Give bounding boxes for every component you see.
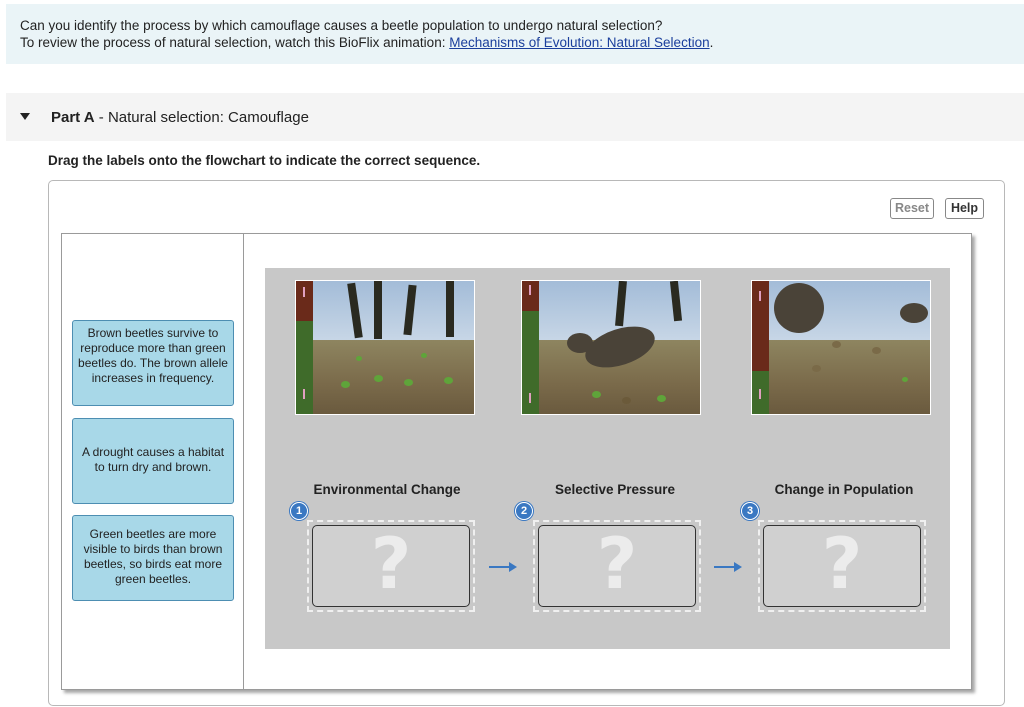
stage-title: Selective Pressure bbox=[554, 482, 676, 497]
question-mark-icon: ? bbox=[821, 523, 863, 605]
arrow-right-icon bbox=[489, 562, 517, 572]
step-number-badge: 1 bbox=[290, 502, 308, 520]
arrow-right-icon bbox=[714, 562, 742, 572]
population-meter-icon bbox=[752, 281, 769, 414]
label-bank: Brown beetles survive to reproduce more … bbox=[62, 234, 244, 689]
activity-area: Reset Help Brown beetles survive to repr… bbox=[48, 180, 1005, 706]
instruction-text: Drag the labels onto the flowchart to in… bbox=[48, 153, 481, 168]
population-change-image bbox=[751, 280, 931, 415]
step-number-badge: 2 bbox=[515, 502, 533, 520]
intro-banner: Can you identify the process by which ca… bbox=[6, 4, 1024, 64]
part-name: Natural selection: Camouflage bbox=[107, 109, 309, 126]
question-mark-icon: ? bbox=[596, 523, 638, 605]
drop-target-selective-pressure[interactable]: ? bbox=[533, 520, 701, 612]
intro-question: Can you identify the process by which ca… bbox=[20, 18, 663, 33]
stage-title: Change in Population bbox=[774, 482, 914, 497]
stage-title: Environmental Change bbox=[313, 482, 461, 497]
intro-review-text: To review the process of natural selecti… bbox=[20, 35, 450, 50]
intro-review-end: . bbox=[709, 35, 714, 50]
reset-button[interactable]: Reset bbox=[890, 198, 934, 219]
intro-review: To review the process of natural selecti… bbox=[20, 34, 1024, 51]
part-separator: - bbox=[94, 109, 108, 126]
draggable-label[interactable]: A drought causes a habitat to turn dry a… bbox=[72, 418, 234, 504]
population-meter-icon bbox=[522, 281, 539, 414]
part-title[interactable]: Part A - Natural selection: Camouflage bbox=[51, 109, 309, 126]
drop-target-change-in-population[interactable]: ? bbox=[758, 520, 926, 612]
drop-target-environmental-change[interactable]: ? bbox=[307, 520, 475, 612]
part-header[interactable]: Part A - Natural selection: Camouflage bbox=[6, 93, 1024, 141]
triangle-down-icon[interactable] bbox=[20, 113, 30, 120]
environment-image bbox=[295, 280, 475, 415]
flowchart: Environmental Change Selective Pressure … bbox=[265, 268, 950, 649]
step-number-badge: 3 bbox=[741, 502, 759, 520]
draggable-label[interactable]: Green beetles are more visible to birds … bbox=[72, 515, 234, 601]
bird-hunting-image bbox=[521, 280, 701, 415]
part-label: Part A bbox=[51, 109, 95, 126]
draggable-label[interactable]: Brown beetles survive to reproduce more … bbox=[72, 320, 234, 406]
question-mark-icon: ? bbox=[370, 523, 412, 605]
help-button[interactable]: Help bbox=[945, 198, 984, 219]
flowchart-canvas: Brown beetles survive to reproduce more … bbox=[61, 233, 972, 690]
bioflix-link[interactable]: Mechanisms of Evolution: Natural Selecti… bbox=[449, 35, 709, 50]
population-meter-icon bbox=[296, 281, 313, 414]
